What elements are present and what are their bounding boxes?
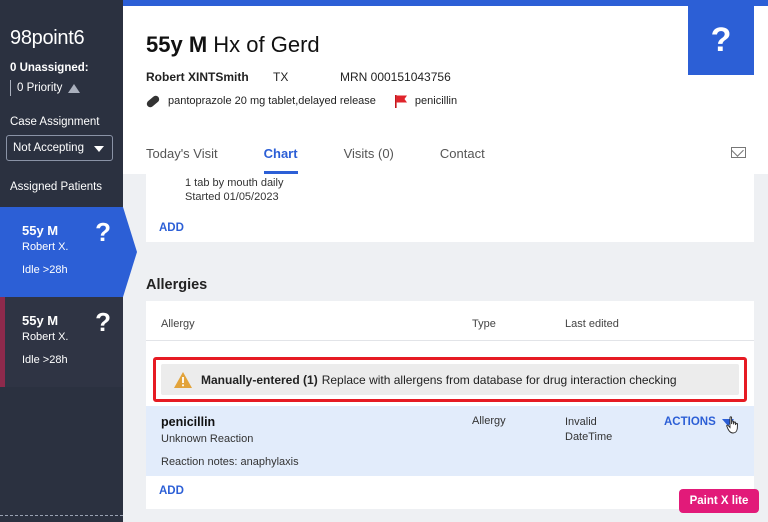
app-logo: 98point6 bbox=[10, 27, 85, 49]
patient-idle: Idle >28h bbox=[22, 264, 68, 276]
column-header-last-edited: Last edited bbox=[565, 318, 619, 330]
tab-visits[interactable]: Visits (0) bbox=[344, 146, 394, 161]
divider bbox=[10, 80, 11, 96]
allergy-notes: Reaction notes: anaphylaxis bbox=[161, 456, 299, 468]
patient-age-sex: 55y M bbox=[22, 313, 59, 328]
mail-icon[interactable] bbox=[731, 147, 746, 158]
allergies-heading: Allergies bbox=[146, 277, 208, 293]
warning-triangle-icon bbox=[68, 83, 81, 93]
patient-age-sex: 55y M bbox=[22, 223, 59, 238]
allergy-type: Allergy bbox=[472, 415, 506, 427]
manual-entry-warning: Manually-entered (1) Replace with allerg… bbox=[161, 364, 739, 395]
pill-icon bbox=[145, 93, 161, 109]
sidebar: 98point6 0 Unassigned: 0 Priority Case A… bbox=[0, 0, 137, 522]
column-header-type: Type bbox=[472, 318, 496, 330]
actions-button[interactable]: ACTIONS bbox=[664, 416, 734, 428]
title-condition: Hx of Gerd bbox=[213, 32, 320, 57]
hand-cursor-icon bbox=[726, 416, 738, 434]
chevron-down-icon bbox=[94, 146, 104, 152]
patient-idle: Idle >28h bbox=[22, 354, 68, 366]
flag-icon bbox=[394, 95, 407, 108]
question-mark-icon: ? bbox=[95, 307, 111, 337]
allergies-card: Allergy Type Last edited Manually-entere… bbox=[146, 301, 754, 509]
warning-bold-text: Manually-entered (1) bbox=[201, 372, 318, 387]
medication-dose: 1 tab by mouth daily bbox=[185, 177, 284, 189]
patient-state: TX bbox=[273, 70, 289, 84]
page-title: 55y M Hx of Gerd bbox=[146, 32, 320, 58]
priority-count: 0 Priority bbox=[17, 82, 63, 94]
patient-name: Robert X. bbox=[22, 331, 69, 343]
case-assignment-label: Case Assignment bbox=[10, 116, 100, 128]
tab-todays-visit[interactable]: Today's Visit bbox=[146, 146, 218, 161]
patient-card-active[interactable]: 55y M Robert X. Idle >28h ? bbox=[0, 207, 137, 297]
warning-highlight: Manually-entered (1) Replace with allerg… bbox=[153, 357, 747, 402]
unassigned-count: 0 Unassigned: bbox=[10, 62, 89, 74]
question-mark-icon: ? bbox=[95, 217, 111, 247]
tab-contact[interactable]: Contact bbox=[440, 146, 485, 161]
tab-bar: Today's Visit Chart Visits (0) Contact bbox=[146, 146, 531, 174]
patient-card[interactable]: 55y M Robert X. Idle >28h ? bbox=[0, 297, 123, 387]
help-button[interactable]: ? bbox=[688, 6, 754, 75]
allergy-flag-text: penicillin bbox=[414, 95, 458, 107]
tab-chart[interactable]: Chart bbox=[263, 146, 298, 174]
assigned-patients-label: Assigned Patients bbox=[10, 181, 103, 193]
current-medication: pantoprazole 20 mg tablet,delayed releas… bbox=[168, 95, 376, 107]
watermark-badge: Paint X lite bbox=[679, 489, 759, 513]
title-age-sex: 55y M bbox=[146, 32, 208, 57]
allergy-last-edited: Invalid DateTime bbox=[565, 416, 613, 443]
allergy-reaction: Unknown Reaction bbox=[161, 433, 254, 445]
add-medication-link[interactable]: ADD bbox=[159, 222, 184, 234]
patient-full-name: Robert XINTSmith bbox=[146, 70, 249, 84]
patient-info-line: Robert XINTSmith TX MRN 000151043756 bbox=[146, 70, 451, 84]
priority-row: 0 Priority bbox=[10, 80, 81, 96]
case-assignment-value: Not Accepting bbox=[13, 142, 84, 154]
table-row: penicillin Unknown Reaction Reaction not… bbox=[146, 406, 754, 476]
medication-started: Started 01/05/2023 bbox=[185, 191, 279, 203]
medications-card: 1 tab by mouth daily Started 01/05/2023 … bbox=[146, 174, 754, 242]
patient-mrn: MRN 000151043756 bbox=[340, 70, 451, 84]
warning-text: Replace with allergens from database for… bbox=[321, 372, 677, 387]
med-allergy-line: pantoprazole 20 mg tablet,delayed releas… bbox=[145, 93, 458, 109]
column-header-allergy: Allergy bbox=[161, 318, 195, 330]
patient-name: Robert X. bbox=[22, 241, 69, 253]
allergy-name: penicillin bbox=[161, 415, 216, 429]
add-allergy-link[interactable]: ADD bbox=[159, 485, 184, 497]
actions-label: ACTIONS bbox=[664, 416, 716, 428]
patient-header: 55y M Hx of Gerd Robert XINTSmith TX MRN… bbox=[123, 6, 768, 174]
case-assignment-select[interactable]: Not Accepting bbox=[6, 135, 113, 161]
warning-icon bbox=[174, 371, 192, 388]
divider bbox=[0, 515, 123, 516]
table-header: Allergy Type Last edited bbox=[146, 301, 754, 341]
